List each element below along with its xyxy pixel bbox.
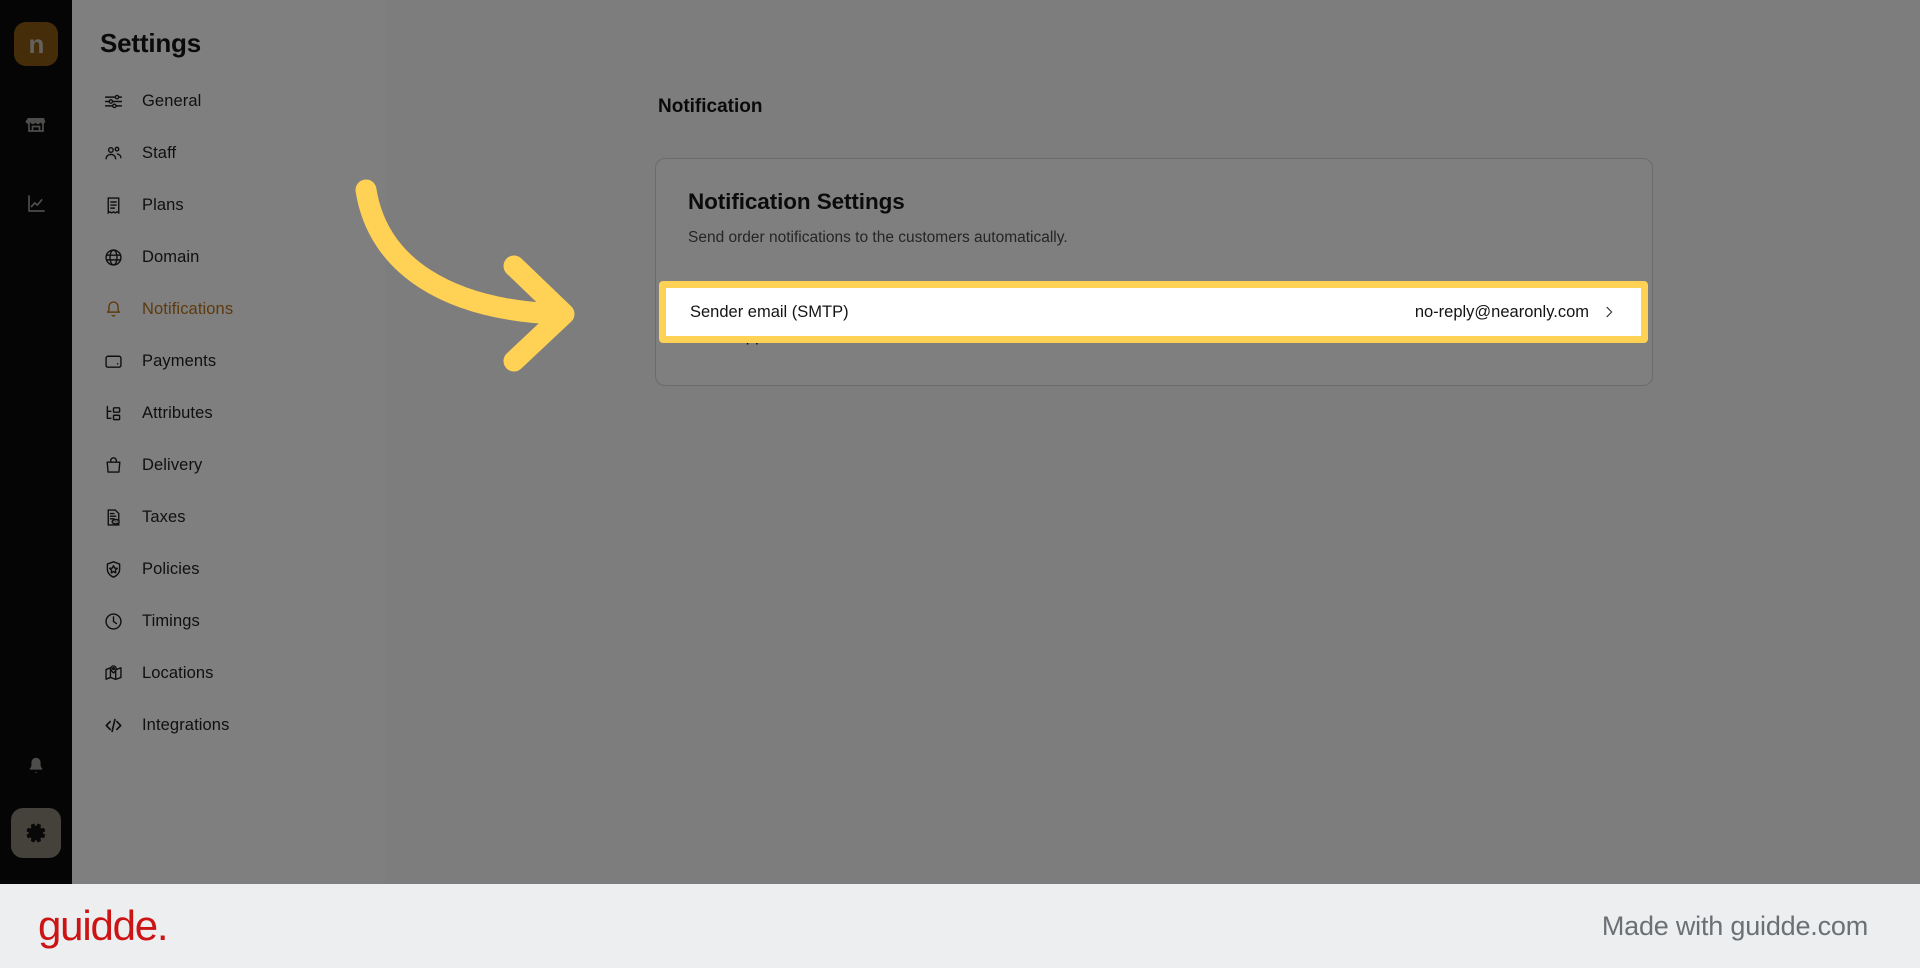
brand-logo-glyph: n [28, 29, 45, 59]
gear-icon[interactable] [11, 808, 61, 858]
highlight-row-label: Sender email (SMTP) [690, 302, 849, 321]
brand-logo[interactable]: n [14, 22, 58, 66]
sidebar-item-general[interactable]: General [72, 83, 385, 119]
sidebar-item-domain[interactable]: Domain [72, 239, 385, 275]
sidebar-item-notifications[interactable]: Notifications [72, 291, 385, 327]
sidebar-item-label: Plans [142, 195, 184, 214]
content-heading: Notification [658, 96, 763, 117]
svg-text:TAX: TAX [113, 519, 118, 523]
store-icon[interactable] [14, 102, 58, 146]
users-icon [100, 140, 126, 166]
globe-icon [100, 244, 126, 270]
tax-document-icon: TAX [100, 504, 126, 530]
sidebar-item-label: Taxes [142, 507, 186, 526]
sidebar-item-locations[interactable]: Locations [72, 655, 385, 691]
bell-icon[interactable] [25, 754, 47, 778]
sidebar-item-label: Locations [142, 663, 214, 682]
sidebar-item-taxes[interactable]: TAX Taxes [72, 499, 385, 535]
map-pin-icon [100, 660, 126, 686]
analytics-icon[interactable] [14, 182, 58, 226]
sidebar-item-staff[interactable]: Staff [72, 135, 385, 171]
sidebar-item-label: Payments [142, 351, 217, 370]
highlight-row-value: no-reply@nearonly.com [1414, 302, 1589, 321]
sidebar-item-label: Attributes [142, 403, 213, 422]
app-window: n Settings General Staff Plans Domain No… [0, 0, 1920, 884]
bell-icon [100, 296, 126, 322]
rail-bottom-group [0, 754, 72, 884]
chevron-right-icon [1601, 304, 1617, 320]
sidebar-item-attributes[interactable]: Attributes [72, 395, 385, 431]
sidebar-item-policies[interactable]: Policies [72, 551, 385, 587]
made-with-guidde-label: Made with guidde.com [1601, 910, 1868, 941]
settings-sidebar: Settings General Staff Plans Domain Noti… [72, 0, 385, 884]
sidebar-item-delivery[interactable]: Delivery [72, 447, 385, 483]
sidebar-item-label: Staff [142, 143, 177, 162]
shield-star-icon [100, 556, 126, 582]
sidebar-item-integrations[interactable]: Integrations [72, 707, 385, 743]
page-title: Settings [100, 28, 201, 58]
notification-settings-card: Notification Settings Send order notific… [655, 158, 1653, 386]
left-icon-rail: n [0, 0, 72, 884]
hierarchy-icon [100, 400, 126, 426]
screenshot-root: n Settings General Staff Plans Domain No… [0, 0, 1920, 968]
sidebar-item-label: Notifications [142, 299, 234, 318]
bag-icon [100, 452, 126, 478]
sidebar-item-label: Policies [142, 559, 200, 578]
sidebar-item-label: Domain [142, 247, 200, 266]
highlight-row-right: no-reply@nearonly.com [1415, 303, 1617, 322]
code-brackets-icon [100, 712, 126, 738]
sidebar-item-timings[interactable]: Timings [72, 603, 385, 639]
card-title: Notification Settings [688, 189, 905, 214]
card-header: Notification Settings Send order notific… [656, 159, 1652, 247]
sidebar-item-label: Delivery [142, 455, 203, 474]
sidebar-item-label: Timings [142, 611, 200, 630]
main-content: Notification Notification Settings Send … [385, 0, 1920, 884]
guidde-footer-bar: guidde. Made with guidde.com [0, 884, 1920, 968]
sidebar-item-label: General [142, 91, 202, 110]
clock-icon [100, 608, 126, 634]
sliders-icon [100, 88, 126, 114]
settings-nav-list: General Staff Plans Domain Notifications… [72, 83, 385, 743]
highlighted-row-sender-email[interactable]: Sender email (SMTP) no-reply@nearonly.co… [659, 281, 1648, 343]
sidebar-item-label: Integrations [142, 715, 230, 734]
sidebar-item-plans[interactable]: Plans [72, 187, 385, 223]
guidde-logo: guidde. [38, 902, 169, 949]
card-subtitle: Send order notifications to the customer… [688, 229, 1068, 246]
receipt-icon [100, 192, 126, 218]
sidebar-item-payments[interactable]: Payments [72, 343, 385, 379]
wallet-icon [100, 348, 126, 374]
